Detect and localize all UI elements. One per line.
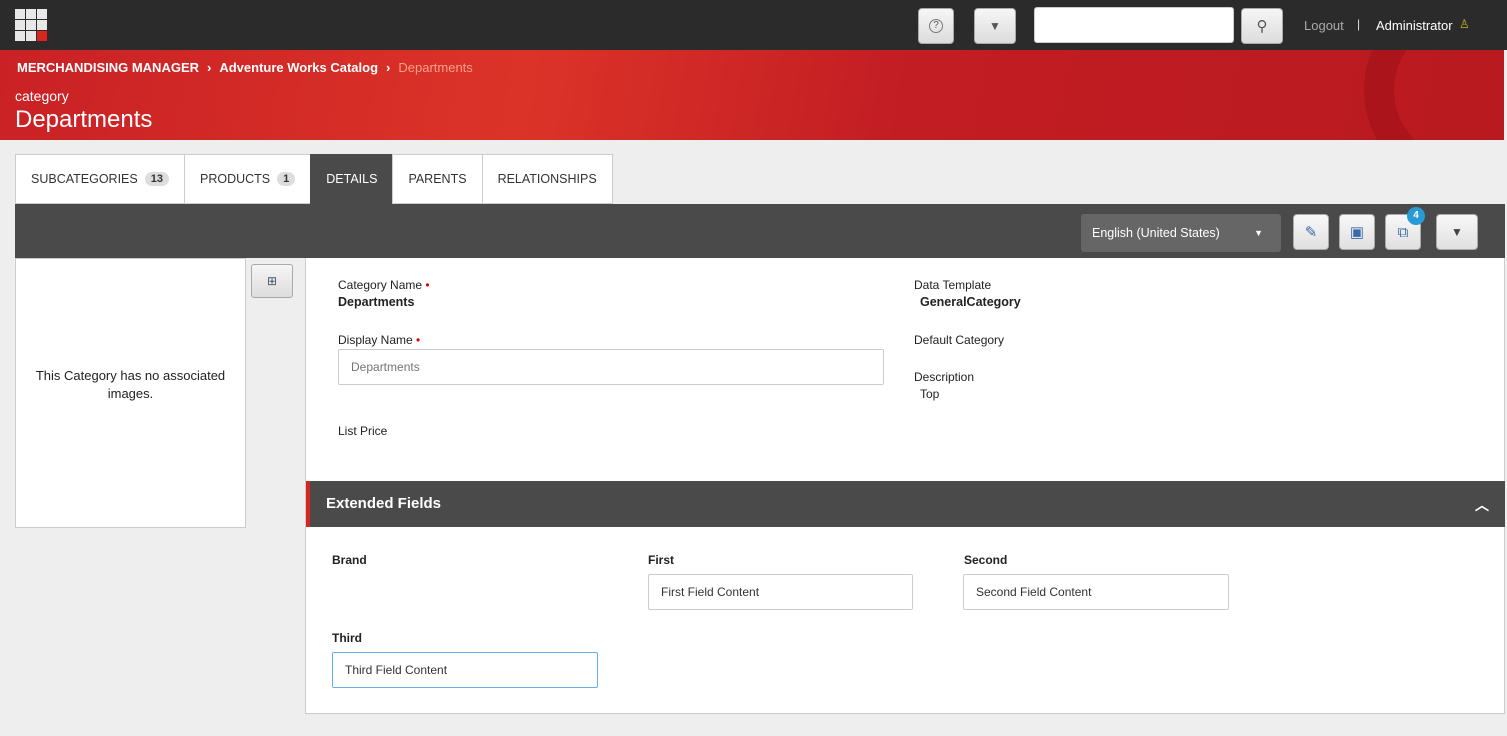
count-badge: 4 [1407,207,1425,225]
page-subtitle: category [15,88,69,104]
display-name-input[interactable] [338,349,884,385]
help-icon: ? [929,19,943,33]
edit-button[interactable]: ✎ [1293,214,1329,250]
save-button[interactable]: ▣ [1339,214,1375,250]
second-label: Second [964,553,1008,567]
empty-images-message: This Category has no associated images. [35,368,226,401]
category-name-label: Category Name • [338,278,430,292]
help-button[interactable]: ? [918,8,954,44]
page-header: MERCHANDISING MANAGER › Adventure Works C… [0,50,1504,140]
breadcrumb-current: Departments [398,60,473,75]
third-label: Third [332,631,362,645]
tab-subcategories[interactable]: SUBCATEGORIES 13 [15,154,184,204]
save-icon: ▣ [1349,224,1365,241]
tab-details[interactable]: DETAILS [310,154,393,204]
search-input[interactable] [1034,7,1234,43]
page-title: Departments [15,106,153,133]
third-field-input[interactable] [332,652,598,688]
display-name-label: Display Name • [338,333,421,347]
add-image-button[interactable]: ⊞ [251,264,293,298]
extended-fields-header[interactable]: Extended Fields ︿ [306,481,1505,527]
tab-parents[interactable]: PARENTS [392,154,482,204]
first-field-input[interactable] [648,574,913,610]
image-panel: This Category has no associated images. [15,258,246,528]
tab-products[interactable]: PRODUCTS 1 [183,154,311,204]
user-name[interactable]: Administrator [1376,18,1453,33]
data-template-label: Data Template [914,278,992,292]
action-toolbar: English (United States) ▼ ✎ ▣ ⧉ 4 ▼ [15,204,1505,258]
app-logo-icon[interactable] [15,9,47,41]
breadcrumb-item[interactable]: Adventure Works Catalog [219,60,378,75]
pencil-icon: ✎ [1304,224,1318,241]
details-panel: Category Name • Departments Display Name… [305,258,1505,714]
tab-relationships[interactable]: RELATIONSHIPS [481,154,613,204]
default-category-label: Default Category [914,333,1005,347]
caret-down-icon: ▼ [1254,228,1263,238]
list-price-label: List Price [338,424,388,438]
menu-dropdown-button[interactable]: ▼ [974,8,1016,44]
category-name-value: Departments [338,295,415,309]
top-bar: ? ▼ ⚲ Logout | Administrator ♙ [0,0,1507,50]
breadcrumb-item[interactable]: MERCHANDISING MANAGER [17,60,199,75]
first-label: First [648,553,675,567]
add-image-icon: ⊞ [266,274,278,288]
separator: | [1357,17,1361,31]
description-label: Description [914,370,975,384]
data-template-value: GeneralCategory [920,295,1021,309]
copy-icon: ⧉ [1397,223,1409,241]
user-icon: ♙ [1459,17,1470,31]
search-icon: ⚲ [1256,18,1268,35]
copy-button[interactable]: ⧉ 4 [1385,207,1425,250]
language-select[interactable]: English (United States) ▼ [1081,214,1281,252]
more-actions-button[interactable]: ▼ [1436,214,1478,250]
tab-bar: SUBCATEGORIES 13 PRODUCTS 1 DETAILS PARENT… [15,154,613,204]
chevron-up-icon[interactable]: ︿ [1475,495,1489,515]
caret-down-icon: ▼ [1451,225,1463,239]
search-button[interactable]: ⚲ [1241,8,1283,44]
caret-down-icon: ▼ [989,19,1001,33]
logout-link[interactable]: Logout [1304,18,1344,33]
brand-label: Brand [332,553,367,567]
description-value: Top [920,387,940,401]
breadcrumb: MERCHANDISING MANAGER › Adventure Works C… [17,60,473,75]
second-field-input[interactable] [963,574,1229,610]
